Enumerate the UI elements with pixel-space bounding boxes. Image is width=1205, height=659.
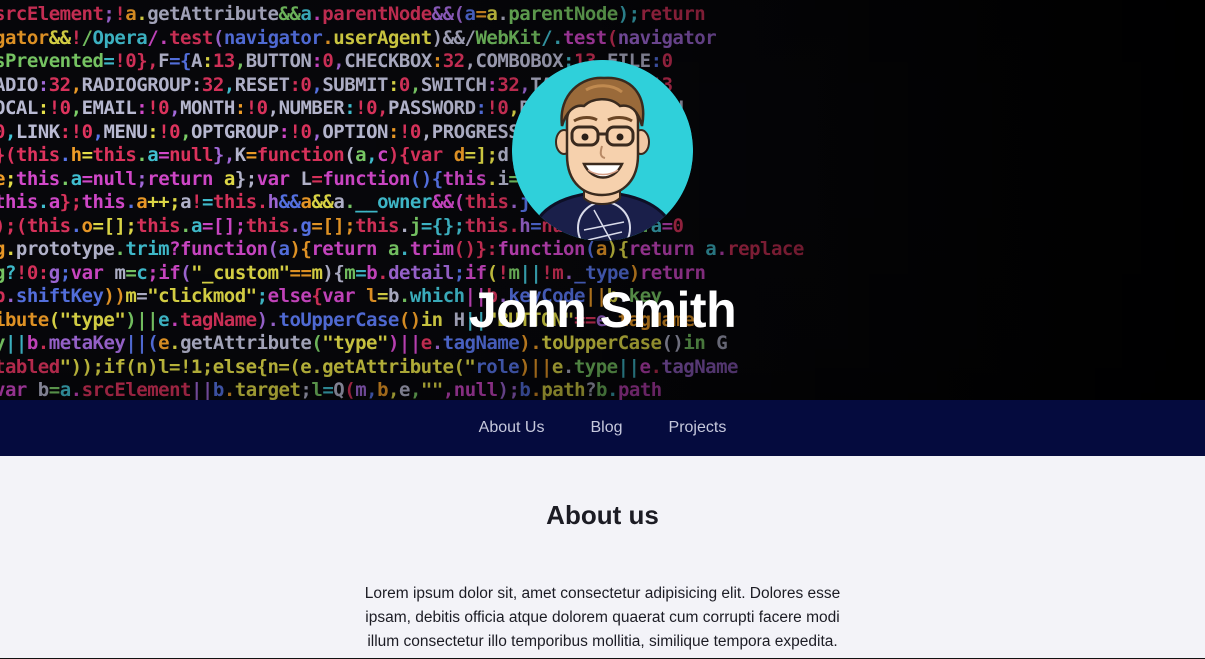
- about-section-title: About us: [546, 500, 659, 530]
- about-section-body: Lorem ipsum dolor sit, amet consectetur …: [364, 585, 841, 650]
- hero-name-title: John Smith: [468, 282, 737, 338]
- hero-banner: srcElement;!a.getAttribute&&a.parentNode…: [0, 0, 1205, 400]
- nav-link-about-us[interactable]: About Us: [479, 419, 545, 437]
- about-section: About us Lorem ipsum dolor sit, amet con…: [0, 456, 1205, 659]
- nav-link-blog[interactable]: Blog: [590, 419, 622, 437]
- nav-link-projects[interactable]: Projects: [669, 419, 727, 437]
- cartoon-portrait-icon: [512, 60, 693, 241]
- avatar: [512, 60, 693, 241]
- main-navigation: About Us Blog Projects: [0, 400, 1205, 456]
